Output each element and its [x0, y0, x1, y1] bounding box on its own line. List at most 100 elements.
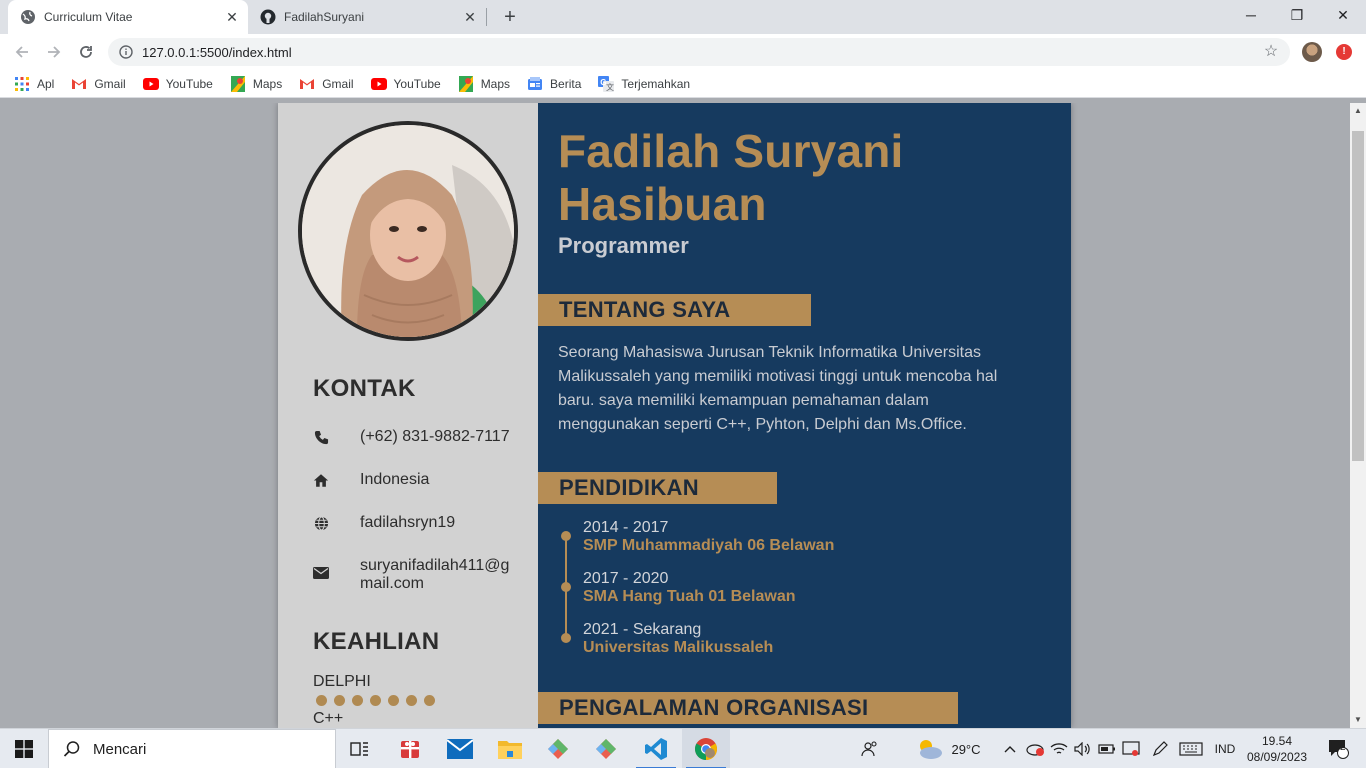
contact-website: fadilahsryn19: [313, 514, 515, 532]
skill-name: C++: [313, 710, 344, 727]
taskbar-app-git-2[interactable]: [582, 729, 630, 768]
input-language[interactable]: IND: [1208, 729, 1242, 768]
bookmark-gmail[interactable]: Gmail: [71, 76, 126, 92]
taskbar-app-vscode[interactable]: [632, 729, 680, 768]
close-tab-icon[interactable]: ✕: [224, 9, 240, 25]
organization-heading: PENGALAMAN ORGANISASI: [538, 692, 958, 724]
clock-date: 08/09/2023: [1246, 750, 1308, 764]
profile-avatar[interactable]: [1302, 42, 1322, 62]
mail-icon: [447, 739, 473, 759]
reload-button[interactable]: [74, 40, 98, 64]
scrollbar-thumb[interactable]: [1352, 131, 1364, 461]
education-years: 2017 - 2020: [583, 570, 669, 587]
about-heading: TENTANG SAYA: [538, 294, 811, 326]
contact-text: suryanifadilah411@gmail.com: [360, 557, 510, 592]
taskbar-app-file-explorer[interactable]: [486, 729, 534, 768]
new-tab-button[interactable]: +: [498, 5, 522, 29]
cv-name-line2: Hasibuan: [558, 178, 767, 230]
weather-icon[interactable]: [912, 729, 946, 768]
taskbar-app-git-1[interactable]: [534, 729, 582, 768]
phone-icon: [313, 429, 329, 445]
pen-icon[interactable]: [1148, 729, 1172, 768]
education-school: SMP Muhammadiyah 06 Belawan: [583, 537, 835, 554]
skill-name: DELPHI: [313, 673, 371, 690]
forward-button[interactable]: [42, 40, 66, 64]
bookmark-gmail[interactable]: Gmail: [299, 76, 354, 92]
restore-button[interactable]: ❐: [1274, 0, 1320, 30]
bookmark-maps[interactable]: Maps: [458, 75, 510, 92]
keyboard-icon[interactable]: [1176, 729, 1206, 768]
bookmarks-bar: Apl Gmail YouTube Maps Gmail YouTube Map…: [0, 70, 1366, 98]
chevron-up-icon[interactable]: [1000, 729, 1020, 768]
tab-title: FadilahSuryani: [284, 10, 365, 24]
scroll-down-icon[interactable]: ▼: [1350, 712, 1366, 728]
onedrive-icon[interactable]: [1024, 729, 1046, 768]
education-years: 2021 - Sekarang: [583, 621, 702, 638]
taskbar-app-gift[interactable]: [386, 729, 434, 768]
arrow-right-icon: [48, 46, 61, 58]
taskbar-app-mail[interactable]: [436, 729, 484, 768]
vscode-icon: [645, 738, 667, 760]
gmail-icon: [299, 76, 315, 92]
info-icon[interactable]: [118, 44, 134, 60]
clock-time: 19.54: [1261, 734, 1293, 748]
clock[interactable]: 19.54 08/09/2023: [1242, 729, 1312, 768]
timeline-dot: [561, 633, 571, 643]
wifi-icon[interactable]: [1048, 729, 1070, 768]
bookmark-terjemahkan[interactable]: G文 Terjemahkan: [598, 75, 690, 92]
gmail-icon: [71, 76, 87, 92]
maps-icon: [458, 75, 474, 92]
battery-icon[interactable]: [1096, 729, 1118, 768]
skills-heading: KEAHLIAN: [313, 628, 440, 655]
close-window-button[interactable]: ✕: [1320, 0, 1366, 30]
bookmark-maps[interactable]: Maps: [230, 75, 282, 92]
tab-curriculum-vitae[interactable]: Curriculum Vitae ✕: [8, 0, 248, 34]
scroll-up-icon[interactable]: ▲: [1350, 103, 1366, 119]
arrow-left-icon: [15, 46, 28, 58]
taskbar-app-chrome[interactable]: [682, 729, 730, 768]
update-badge[interactable]: !: [1336, 44, 1352, 60]
notification-count: 2: [1340, 742, 1346, 753]
notification-center-button[interactable]: 2: [1318, 729, 1358, 768]
cv-sidebar: KONTAK (+62) 831-9882-7117 Indonesia fad…: [278, 103, 538, 728]
timeline-dot: [561, 582, 571, 592]
tab-separator: [486, 8, 487, 26]
contact-phone: (+62) 831-9882-7117: [313, 428, 515, 446]
bookmark-label: YouTube: [165, 76, 213, 91]
start-button[interactable]: [0, 729, 48, 768]
page-scrollbar[interactable]: ▲ ▼: [1350, 103, 1366, 728]
task-view-icon: [350, 742, 368, 756]
bookmark-berita[interactable]: Berita: [527, 76, 581, 92]
security-icon[interactable]: [1120, 729, 1142, 768]
url-text: 127.0.0.1:5500/index.html: [142, 44, 292, 60]
taskbar-search[interactable]: Mencari: [48, 729, 336, 768]
people-icon[interactable]: [858, 729, 882, 768]
close-tab-icon[interactable]: ✕: [462, 9, 478, 25]
bookmark-youtube[interactable]: YouTube: [370, 76, 441, 92]
volume-icon[interactable]: [1072, 729, 1094, 768]
cv-name: Fadilah Suryani Hasibuan: [558, 125, 904, 231]
news-icon: [527, 76, 543, 92]
home-icon: [313, 472, 329, 488]
weather-temperature[interactable]: 29°C: [946, 729, 986, 768]
cv-role: Programmer: [558, 233, 689, 258]
skill-dot: [388, 695, 399, 706]
contact-text: fadilahsryn19: [360, 514, 456, 531]
globe-icon: [20, 9, 36, 25]
contact-email: suryanifadilah411@gmail.com: [313, 557, 515, 593]
address-bar[interactable]: 127.0.0.1:5500/index.html ☆: [108, 38, 1290, 66]
tab-fadilahsuryani[interactable]: FadilahSuryani ✕: [248, 0, 486, 34]
bookmark-apl[interactable]: Apl: [14, 76, 54, 92]
minimize-button[interactable]: ─: [1228, 0, 1274, 30]
contact-heading: KONTAK: [313, 375, 416, 402]
back-button[interactable]: [10, 40, 34, 64]
bookmark-label: Gmail: [322, 76, 354, 91]
task-view-button[interactable]: [336, 729, 384, 768]
bookmark-star-icon[interactable]: ☆: [1262, 43, 1280, 61]
bookmark-youtube[interactable]: YouTube: [142, 76, 213, 92]
skill-dot: [370, 695, 381, 706]
bookmark-label: Berita: [550, 76, 582, 91]
youtube-icon: [370, 76, 387, 92]
bookmark-label: YouTube: [393, 76, 441, 91]
skill-level-dots: [316, 695, 442, 706]
